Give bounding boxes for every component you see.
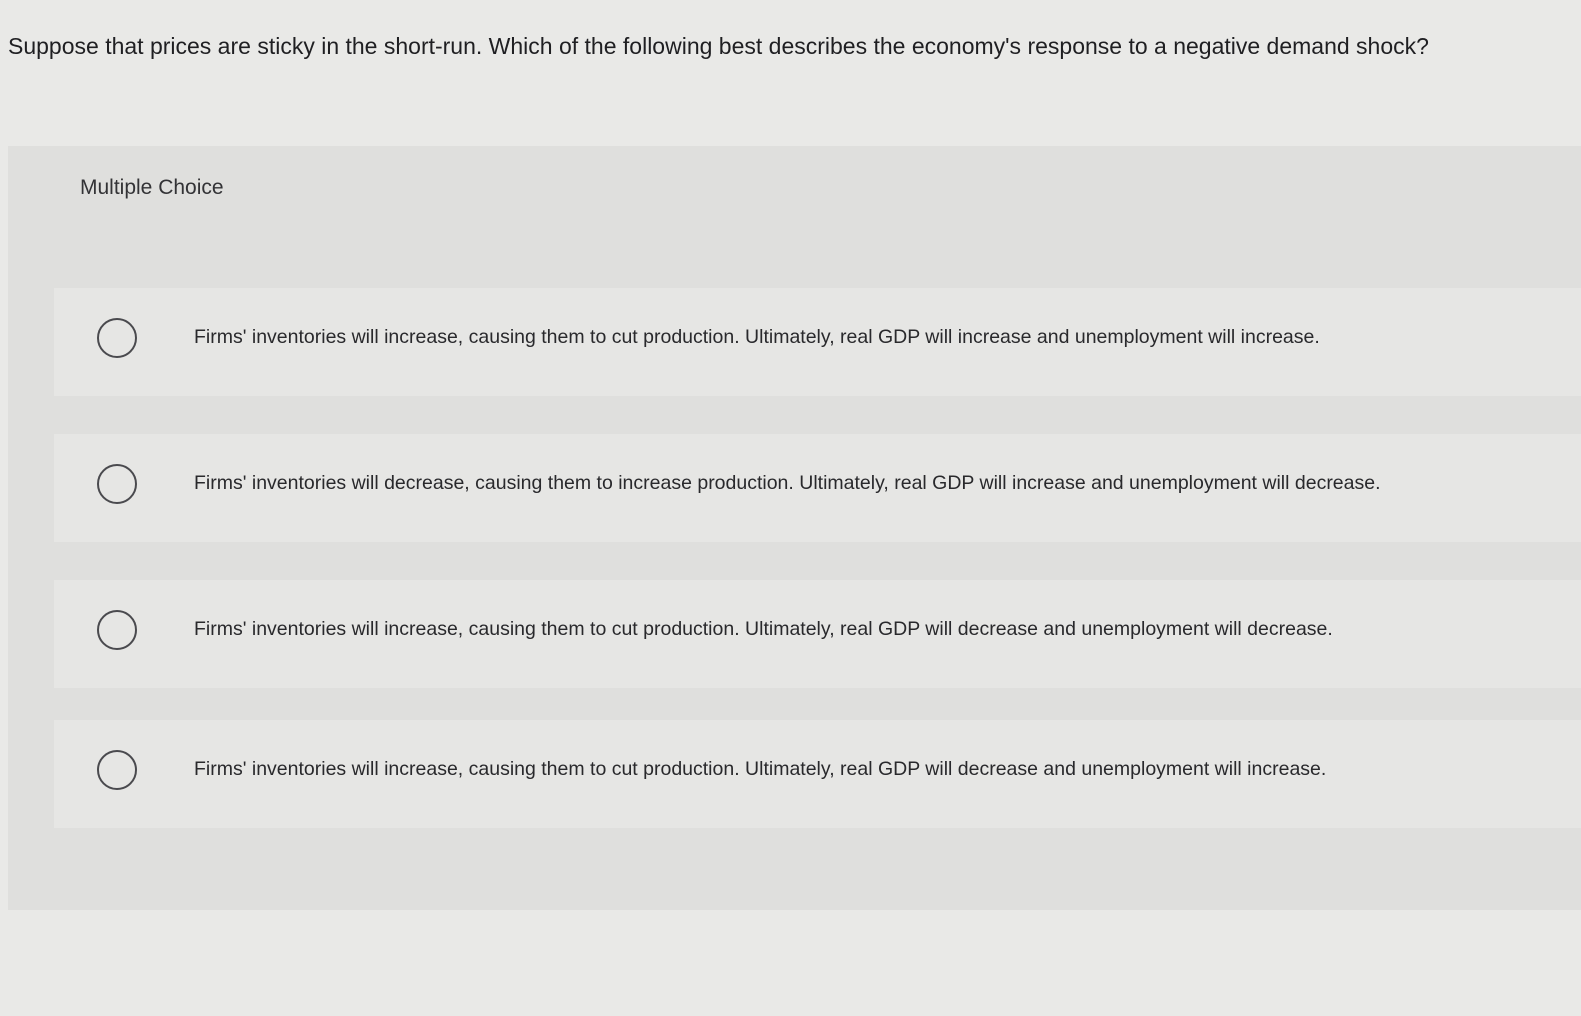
option-4[interactable]: Firms' inventories will increase, causin…: [54, 720, 1581, 828]
radio-button-3[interactable]: [97, 610, 137, 650]
option-2-text: Firms' inventories will decrease, causin…: [194, 472, 1381, 494]
option-3-text: Firms' inventories will increase, causin…: [194, 618, 1333, 640]
option-4-text: Firms' inventories will increase, causin…: [194, 758, 1327, 780]
option-2[interactable]: Firms' inventories will decrease, causin…: [54, 434, 1581, 542]
multiple-choice-panel: Multiple Choice Firms' inventories will …: [8, 146, 1581, 910]
radio-button-2[interactable]: [97, 464, 137, 504]
radio-button-4[interactable]: [97, 750, 137, 790]
question-text: Suppose that prices are sticky in the sh…: [8, 33, 1429, 59]
option-1[interactable]: Firms' inventories will increase, causin…: [54, 288, 1581, 396]
radio-button-1[interactable]: [97, 318, 137, 358]
multiple-choice-label: Multiple Choice: [80, 176, 224, 199]
option-1-text: Firms' inventories will increase, causin…: [194, 326, 1320, 348]
option-3[interactable]: Firms' inventories will increase, causin…: [54, 580, 1581, 688]
